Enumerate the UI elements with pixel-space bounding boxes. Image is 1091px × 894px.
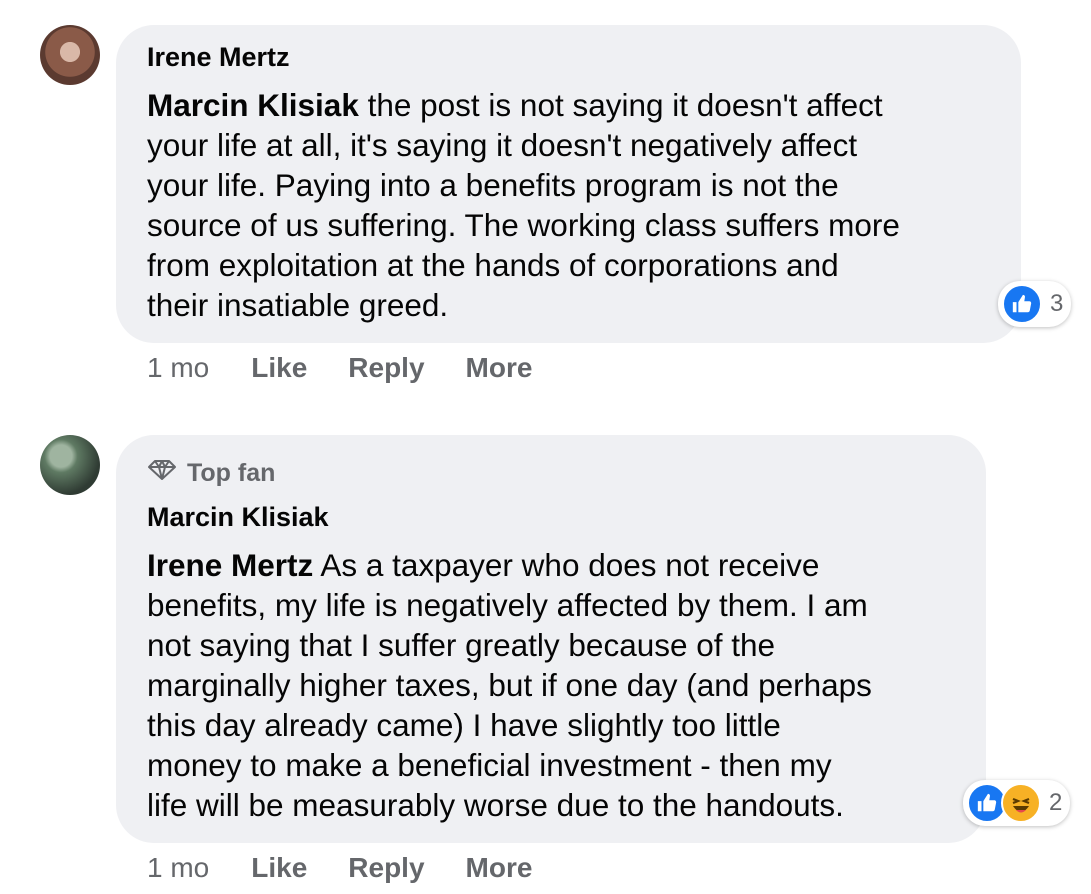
badge-label: Top fan (187, 459, 276, 487)
reaction-count: 3 (1050, 290, 1064, 317)
comment-author[interactable]: Marcin Klisiak (147, 501, 329, 533)
haha-icon (1001, 783, 1041, 823)
mention-link[interactable]: Irene Mertz (147, 547, 313, 583)
timestamp[interactable]: 1 mo (147, 852, 209, 884)
avatar-irene-mertz[interactable] (40, 25, 100, 85)
like-button[interactable]: Like (251, 352, 307, 384)
reply-button[interactable]: Reply (348, 852, 424, 884)
reaction-summary[interactable]: 3 (998, 281, 1072, 327)
comment-text: Marcin Klisiak the post is not saying it… (147, 85, 900, 325)
mention-link[interactable]: Marcin Klisiak (147, 87, 359, 123)
comment-author[interactable]: Irene Mertz (147, 41, 290, 73)
diamond-icon (147, 458, 177, 488)
comment-actions: 1 mo Like Reply More (147, 852, 573, 884)
comment-bubble: Irene Mertz Marcin Klisiak the post is n… (116, 25, 1021, 343)
like-button[interactable]: Like (251, 852, 307, 884)
more-button[interactable]: More (466, 352, 533, 384)
like-icon (1002, 284, 1042, 324)
comment-actions: 1 mo Like Reply More (147, 352, 573, 384)
top-fan-badge: Top fan (147, 458, 275, 488)
timestamp[interactable]: 1 mo (147, 352, 209, 384)
more-button[interactable]: More (466, 852, 533, 884)
reaction-summary[interactable]: 2 (963, 780, 1071, 826)
comment-bubble: Top fan Marcin Klisiak Irene Mertz As a … (116, 435, 986, 843)
reply-button[interactable]: Reply (348, 352, 424, 384)
avatar-marcin-klisiak[interactable] (40, 435, 100, 495)
reaction-count: 2 (1049, 789, 1063, 816)
comment-body: As a taxpayer who does not receive benef… (147, 547, 872, 823)
comment-text: Irene Mertz As a taxpayer who does not r… (147, 545, 872, 825)
